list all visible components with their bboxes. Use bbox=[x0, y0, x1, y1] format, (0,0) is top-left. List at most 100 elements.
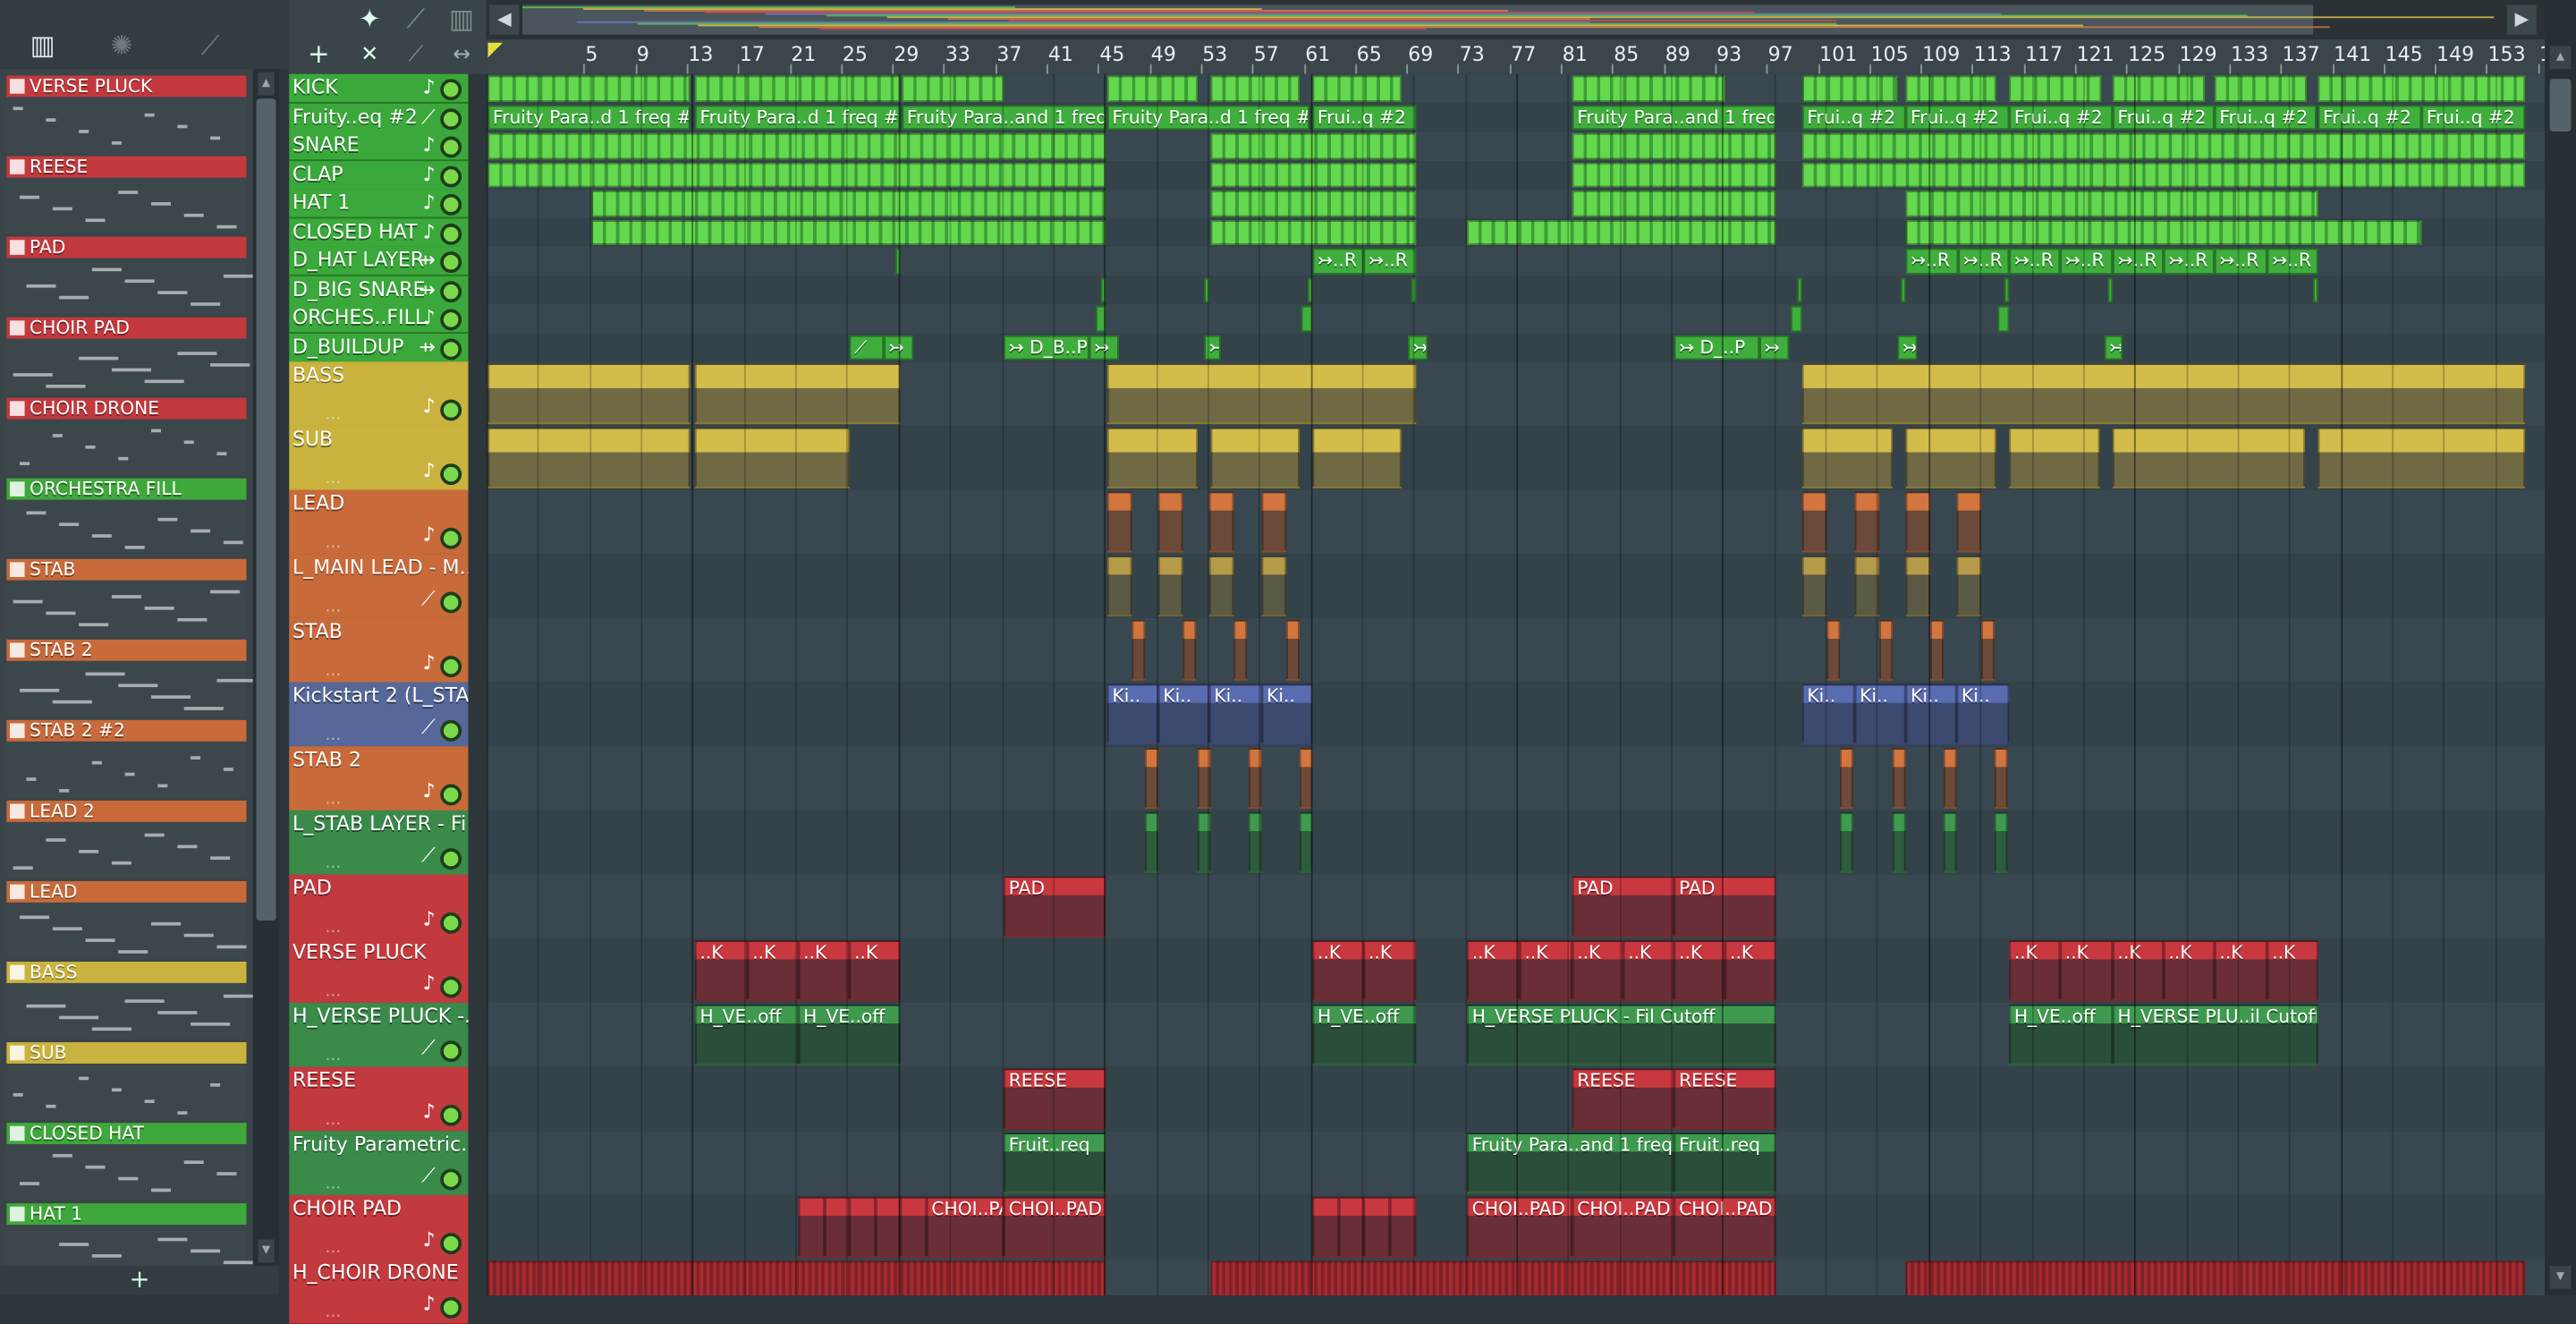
pattern-clip[interactable] bbox=[1262, 491, 1287, 552]
track-mute-led[interactable] bbox=[440, 338, 462, 360]
track-menu-dots[interactable]: ... bbox=[326, 790, 342, 808]
pattern-clip[interactable] bbox=[1132, 620, 1146, 681]
track-header[interactable]: ORCHES..FILL♪ bbox=[289, 304, 468, 334]
pattern-clip[interactable] bbox=[1930, 620, 1944, 681]
track-header[interactable]: CLOSED HAT♪ bbox=[289, 217, 468, 247]
pattern-clip[interactable]: CHOI..PAD bbox=[1004, 1197, 1106, 1258]
track-mute-led[interactable] bbox=[440, 1297, 462, 1319]
pattern-clip[interactable] bbox=[1855, 491, 1880, 552]
track-mute-led[interactable] bbox=[440, 785, 462, 806]
pattern-clip[interactable]: REESE bbox=[1674, 1068, 1776, 1129]
pattern-clip[interactable]: ↣ bbox=[1897, 335, 1917, 360]
scroll-right-icon[interactable]: ▶ bbox=[2507, 5, 2537, 35]
track-mute-led[interactable] bbox=[440, 223, 462, 244]
track-mute-led[interactable] bbox=[440, 528, 462, 549]
pattern-clip[interactable]: Fruity Para..and 1 freq bbox=[1467, 1133, 1674, 1193]
track-mute-led[interactable] bbox=[440, 1169, 462, 1191]
pattern-item[interactable]: CHOIR PAD bbox=[6, 318, 246, 395]
pattern-clip[interactable]: ..K bbox=[1674, 940, 1725, 1001]
pattern-clip[interactable] bbox=[1957, 491, 1982, 552]
pattern-item[interactable]: CLOSED HAT bbox=[6, 1123, 246, 1200]
pattern-clip[interactable] bbox=[1363, 1197, 1389, 1258]
pattern-clip[interactable]: PAD bbox=[1674, 876, 1776, 937]
pattern-item[interactable]: SUB bbox=[6, 1042, 246, 1119]
track-header[interactable]: Fruity Parametric.....⟋ bbox=[289, 1131, 468, 1196]
track-menu-dots[interactable]: ... bbox=[326, 1047, 342, 1065]
track-mute-led[interactable] bbox=[440, 463, 462, 485]
track-mute-led[interactable] bbox=[440, 592, 462, 614]
pattern-clip[interactable]: ..K bbox=[1623, 940, 1674, 1001]
pattern-clip[interactable] bbox=[1791, 306, 1802, 331]
pattern-clip[interactable]: Ki.. bbox=[1209, 683, 1262, 744]
pattern-item[interactable]: CHOIR DRONE bbox=[6, 398, 246, 475]
pattern-clip[interactable] bbox=[1313, 428, 1402, 488]
pattern-clip[interactable] bbox=[1906, 76, 1996, 101]
pattern-clip[interactable] bbox=[1944, 748, 1957, 809]
pattern-clip[interactable] bbox=[1572, 76, 1725, 101]
pattern-clip[interactable] bbox=[1572, 133, 1776, 158]
track-menu-dots[interactable]: ... bbox=[326, 598, 342, 615]
pattern-clip[interactable] bbox=[1209, 491, 1234, 552]
pattern-clip[interactable] bbox=[1957, 556, 1982, 616]
playhead-marker[interactable] bbox=[488, 43, 504, 58]
pattern-clip[interactable]: ↣ bbox=[1408, 335, 1428, 360]
pattern-clip[interactable] bbox=[2108, 277, 2114, 302]
pattern-clip[interactable]: Frui..q #2 bbox=[2215, 105, 2317, 130]
pattern-clip[interactable] bbox=[1995, 748, 2008, 809]
track-menu-dots[interactable]: ... bbox=[326, 405, 342, 423]
track-header[interactable]: D_BUILDUP⇸ bbox=[289, 333, 468, 362]
pattern-clip[interactable]: ..K bbox=[2113, 940, 2164, 1001]
automation-icon[interactable]: ⟋ bbox=[191, 30, 230, 63]
track-menu-dots[interactable]: ... bbox=[326, 662, 342, 680]
pattern-clip[interactable] bbox=[901, 1197, 927, 1258]
track-mute-led[interactable] bbox=[440, 848, 462, 870]
pattern-clip[interactable]: Frui..q #2 bbox=[2318, 105, 2422, 130]
pattern-clip[interactable] bbox=[1802, 162, 2525, 187]
pattern-clip[interactable]: Ki.. bbox=[1158, 683, 1209, 744]
pattern-clip[interactable]: ⟋ bbox=[850, 335, 885, 360]
pattern-item[interactable]: LEAD 2 bbox=[6, 801, 246, 878]
scrollbar-thumb[interactable] bbox=[257, 98, 276, 921]
pattern-clip[interactable]: ..K bbox=[1313, 940, 1364, 1001]
pattern-clip[interactable] bbox=[902, 76, 1004, 101]
track-mute-led[interactable] bbox=[440, 166, 462, 187]
pattern-clip[interactable]: Ki.. bbox=[1855, 683, 1906, 744]
pattern-clip[interactable] bbox=[1855, 556, 1880, 616]
track-header[interactable]: CLAP♪ bbox=[289, 160, 468, 190]
pattern-clip[interactable] bbox=[825, 1197, 850, 1258]
pattern-clip[interactable] bbox=[1826, 620, 1840, 681]
pattern-clip[interactable] bbox=[2313, 277, 2318, 302]
pattern-clip[interactable]: CHOI..PAD bbox=[1467, 1197, 1572, 1258]
pattern-clip[interactable] bbox=[1467, 219, 1775, 244]
track-header[interactable]: REESE...♪ bbox=[289, 1067, 468, 1133]
pattern-clip[interactable] bbox=[1158, 491, 1183, 552]
timeline-ruler[interactable]: 5913172125293337414549535761656973778185… bbox=[487, 39, 2545, 74]
pattern-item[interactable]: REESE bbox=[6, 157, 246, 233]
pattern-clip[interactable]: ↣..R bbox=[1958, 248, 2009, 273]
song-overview[interactable]: ◀ ▶ bbox=[487, 0, 2545, 39]
pattern-clip[interactable] bbox=[1107, 491, 1132, 552]
pattern-clip[interactable]: ..K bbox=[850, 940, 901, 1001]
add-pattern-button[interactable]: + bbox=[0, 1266, 279, 1295]
pattern-clip[interactable]: ↣..R bbox=[2267, 248, 2318, 273]
track-header[interactable]: KICK♪ bbox=[289, 74, 468, 104]
pattern-clip[interactable]: Frui..q #2 bbox=[2009, 105, 2113, 130]
track-header[interactable]: SNARE♪ bbox=[289, 132, 468, 161]
pattern-clip[interactable] bbox=[850, 1197, 876, 1258]
track-menu-dots[interactable]: ... bbox=[326, 1110, 342, 1128]
pattern-clip[interactable] bbox=[1901, 277, 1906, 302]
track-mute-led[interactable] bbox=[440, 107, 462, 129]
pattern-clip[interactable] bbox=[591, 191, 1106, 216]
pattern-item[interactable]: PAD bbox=[6, 237, 246, 314]
pattern-item[interactable]: VERSE PLUCK bbox=[6, 76, 246, 153]
link-icon[interactable]: ⟋ bbox=[397, 5, 433, 35]
pattern-clip[interactable]: ↣ bbox=[2105, 335, 2123, 360]
pattern-clip[interactable]: ↣..R bbox=[1363, 248, 1416, 273]
pattern-clip[interactable] bbox=[1211, 191, 1417, 216]
pattern-clip[interactable] bbox=[1840, 748, 1853, 809]
pattern-clip[interactable] bbox=[1286, 620, 1300, 681]
track-header[interactable]: STAB...♪ bbox=[289, 618, 468, 683]
pattern-clip[interactable]: ..K bbox=[799, 940, 850, 1001]
track-menu-dots[interactable]: ... bbox=[326, 854, 342, 872]
pattern-clip[interactable] bbox=[1944, 812, 1957, 873]
